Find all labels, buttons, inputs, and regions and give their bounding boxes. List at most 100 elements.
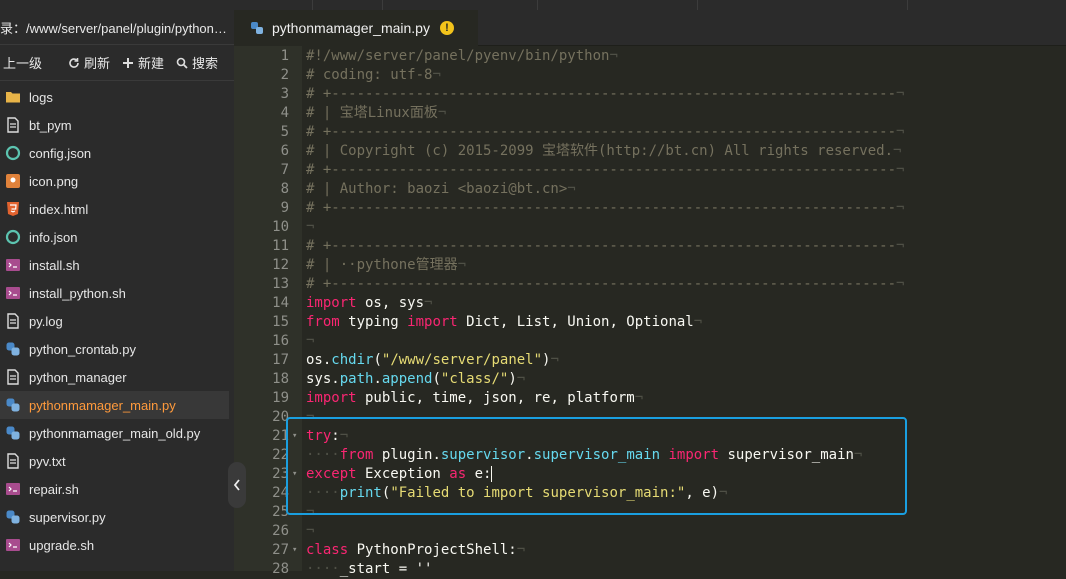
file-item[interactable]: bt_pym — [0, 111, 234, 139]
image-icon — [5, 173, 21, 189]
code-text: # +-------------------------------------… — [306, 275, 904, 294]
code-text: # +-------------------------------------… — [306, 237, 904, 256]
file-item[interactable]: config.json — [0, 139, 234, 167]
code-token: ¬ — [306, 219, 315, 235]
python-icon — [5, 397, 21, 413]
code-token: # +-------------------------------------… — [306, 200, 897, 216]
strip-segment — [697, 0, 908, 10]
line-number: 12 — [272, 257, 289, 273]
file-item[interactable]: pythonmamager_main.py — [0, 391, 229, 419]
python-icon — [5, 341, 21, 357]
tab-pythonmamager-main[interactable]: pythonmamager_main.py ! — [234, 10, 478, 46]
file-item[interactable]: install.sh — [0, 251, 234, 279]
fold-toggle-icon[interactable]: ▾ — [292, 541, 297, 560]
code-line: 16 ¬ — [234, 332, 1066, 351]
file-name: icon.png — [29, 173, 79, 189]
line-number: 9 — [280, 200, 289, 216]
window-top-strip — [234, 0, 1066, 10]
code-token: PythonProjectShell: — [348, 542, 517, 558]
file-item[interactable]: py.log — [0, 307, 234, 335]
code-line: 8 # | Author: baozi <baozi@bt.cn>¬ — [234, 180, 1066, 199]
line-number: 28 — [272, 561, 289, 577]
new-label: 新建 — [138, 56, 165, 71]
code-editor[interactable]: 1 #!/www/server/panel/pyenv/bin/python¬ 2 #… — [234, 46, 1066, 577]
refresh-button[interactable]: 刷新 — [65, 53, 119, 72]
file-name: py.log — [29, 313, 63, 329]
code-token: os, sys — [356, 295, 425, 311]
code-token: ¬ — [306, 333, 315, 349]
code-token: ¬ — [896, 162, 905, 178]
code-token: public, time, json, re, platform — [356, 390, 635, 406]
file-item[interactable]: icon.png — [0, 167, 234, 195]
strip-segment — [234, 0, 313, 10]
file-icon — [5, 117, 21, 133]
code-text: # | Copyright (c) 2015-2099 宝塔软件(http://… — [306, 142, 901, 161]
line-number: 18 — [272, 371, 289, 387]
file-icon — [5, 369, 21, 385]
file-item[interactable]: index.html — [0, 195, 234, 223]
file-item[interactable]: upgrade.sh — [0, 531, 234, 559]
file-item[interactable]: python_crontab.py — [0, 335, 234, 363]
file-name: pythonmamager_main_old.py — [29, 425, 201, 441]
file-name: logs — [29, 89, 53, 105]
file-item[interactable]: pyv.txt — [0, 447, 234, 475]
code-token: . — [373, 371, 382, 387]
file-name: pythonmamager_main.py — [29, 397, 176, 413]
search-label: 搜索 — [192, 56, 219, 71]
code-text: ····_start = '' — [306, 560, 432, 579]
line-number: 8 — [280, 181, 289, 197]
file-item[interactable]: pythonmamager_main_old.py — [0, 419, 234, 447]
file-item[interactable]: python_manager — [0, 363, 234, 391]
file-name: install.sh — [29, 257, 80, 273]
code-text: import os, sys¬ — [306, 294, 432, 313]
code-text: ¬ — [306, 218, 314, 237]
file-item[interactable]: repair.sh — [0, 475, 234, 503]
code-line: 15 from typing import Dict, List, Union, … — [234, 313, 1066, 332]
code-token: # | 宝塔Linux面板 — [306, 105, 438, 121]
code-text: # +-------------------------------------… — [306, 199, 904, 218]
code-token: import — [306, 390, 357, 406]
plus-icon — [123, 57, 134, 68]
file-name: index.html — [29, 201, 89, 217]
new-button[interactable]: 新建 — [119, 53, 173, 72]
file-icon — [5, 453, 21, 469]
line-number: 15 — [272, 314, 289, 330]
code-token: ¬ — [893, 143, 902, 159]
file-item[interactable]: install_python.sh — [0, 279, 234, 307]
file-item[interactable]: supervisor.py — [0, 503, 234, 531]
file-name: python_manager — [29, 369, 127, 385]
code-line: 1 #!/www/server/panel/pyenv/bin/python¬ — [234, 47, 1066, 66]
code-token: append — [381, 371, 433, 387]
code-line: 27 ▾ class PythonProjectShell:¬ — [234, 541, 1066, 560]
file-item[interactable]: logs — [0, 83, 234, 111]
code-text: import public, time, json, re, platform¬ — [306, 389, 643, 408]
code-token: Dict, List, Union, Optional — [457, 314, 694, 330]
up-level-button[interactable]: 上一级 — [0, 53, 65, 72]
file-item[interactable]: info.json — [0, 223, 234, 251]
code-line: 3 # +------------------------------------… — [234, 85, 1066, 104]
code-token: ¬ — [896, 276, 905, 292]
code-token: # | ··pythone管理器 — [306, 257, 458, 273]
code-token: # +-------------------------------------… — [306, 86, 897, 102]
code-line: 4 # | 宝塔Linux面板¬ — [234, 104, 1066, 123]
code-token: ¬ — [693, 314, 703, 330]
collapse-sidebar-button[interactable] — [228, 462, 246, 508]
code-text: # | Author: baozi <baozi@bt.cn>¬ — [306, 180, 576, 199]
shell-icon — [5, 537, 21, 553]
line-number: 22 — [272, 447, 289, 463]
code-line: 6 # | Copyright (c) 2015-2099 宝塔软件(http:/… — [234, 142, 1066, 161]
code-line: 9 # +------------------------------------… — [234, 199, 1066, 218]
line-number: 21 — [272, 428, 289, 444]
code-text: # | ··pythone管理器¬ — [306, 256, 466, 275]
file-explorer-sidebar: 录：/www/server/panel/plugin/pythonm... 上一… — [0, 0, 234, 571]
code-token: ¬ — [457, 257, 467, 273]
file-name: pyv.txt — [29, 453, 66, 469]
file-icon — [5, 313, 21, 329]
code-token: ¬ — [896, 200, 905, 216]
code-line: 13 # +-----------------------------------… — [234, 275, 1066, 294]
code-token: ) — [508, 371, 517, 387]
code-token: typing — [339, 314, 408, 330]
search-button[interactable]: 搜索 — [173, 53, 227, 72]
json-icon — [5, 229, 21, 245]
code-token: "class/" — [440, 371, 509, 387]
